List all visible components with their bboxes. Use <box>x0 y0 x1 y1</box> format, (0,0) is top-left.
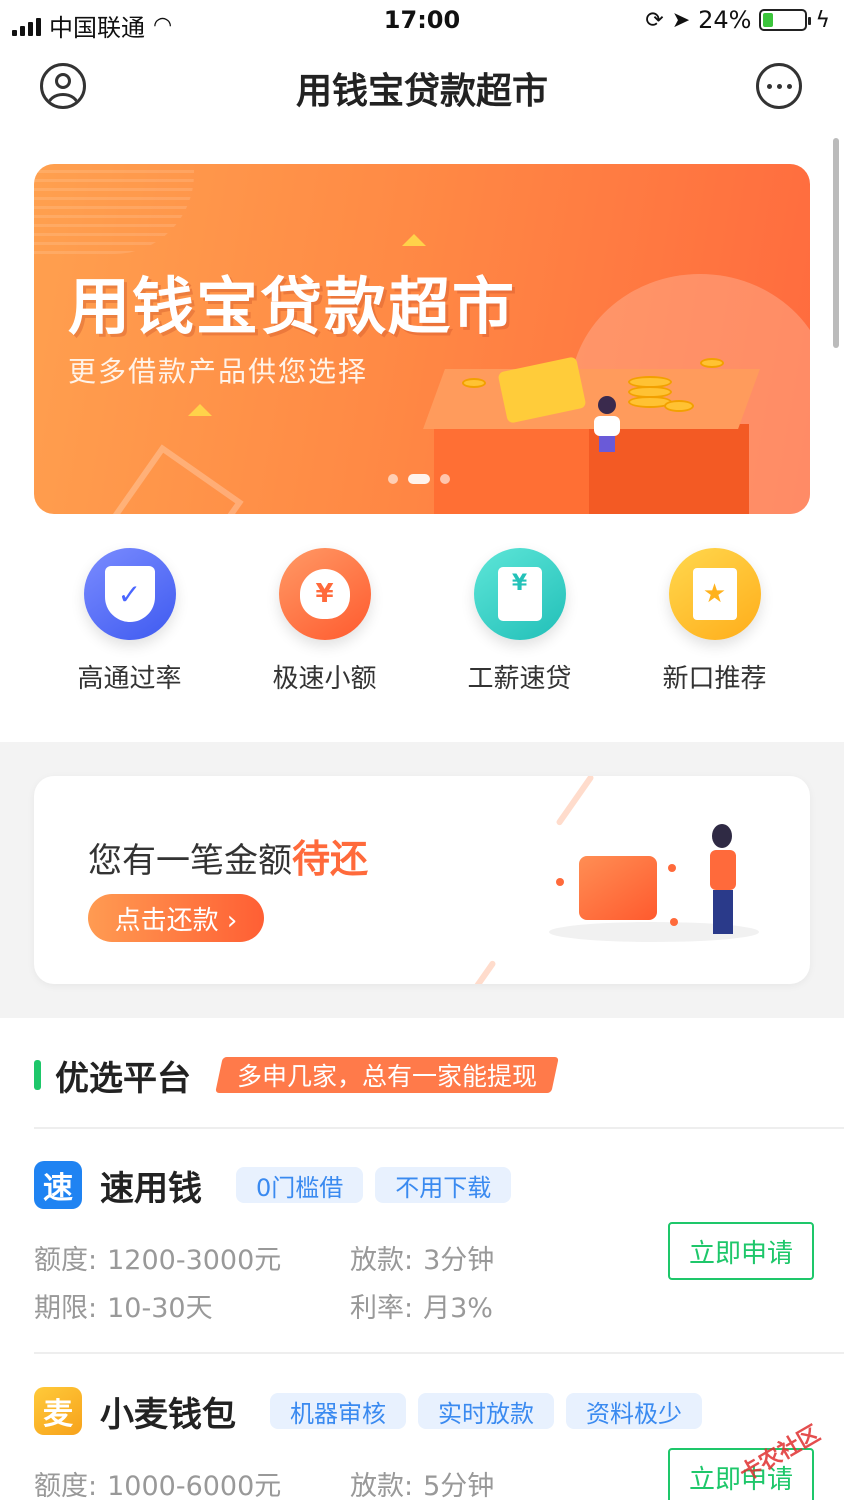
banner-subtitle: 更多借款产品供您选择 <box>68 355 369 388</box>
section-tag-text: 多申几家，总有一家能提现 <box>237 1062 538 1091</box>
carousel-dot-active[interactable] <box>408 474 430 484</box>
product-tag: 机器审核 <box>270 1393 406 1429</box>
money-bag-icon: ¥ <box>278 548 371 640</box>
shield-check-icon: ✓ <box>83 548 176 640</box>
carousel-dots <box>388 474 450 484</box>
scrollbar[interactable] <box>833 138 839 348</box>
rate-value: 月3% <box>423 1293 493 1324</box>
quick-nav-high-approval[interactable]: ✓ 高通过率 <box>50 548 210 738</box>
quick-nav-label: 高通过率 <box>77 664 182 694</box>
product-tag: 资料极少 <box>566 1393 702 1429</box>
wheat-logo-icon: 麦 <box>34 1387 82 1435</box>
location-icon: ➤ <box>671 7 691 33</box>
quick-nav-salary-loan[interactable]: ¥ 工薪速贷 <box>440 548 600 738</box>
product-rate: 利率: 月3% <box>350 1286 493 1325</box>
more-options-icon[interactable] <box>756 63 802 109</box>
divider <box>34 1127 844 1129</box>
banner-title: 用钱宝贷款超市 <box>68 270 517 343</box>
amount-label: 额度: <box>34 1245 98 1276</box>
wallet-illustration <box>579 856 657 920</box>
amount-value: 1000-6000元 <box>107 1471 282 1500</box>
product-tag: 不用下载 <box>375 1167 512 1203</box>
divider <box>34 1352 844 1354</box>
product-disburse: 放款: 3分钟 <box>350 1238 494 1277</box>
product-disburse: 放款: 5分钟 <box>350 1464 494 1500</box>
quick-nav: ✓ 高通过率 ¥ 极速小额 ¥ 工薪速贷 ★ 新口推荐 <box>0 548 844 738</box>
banner-stripes-decoration <box>34 164 194 254</box>
status-bar: 中国联通 ◠ 17:00 ⟳ ➤ 24% ϟ <box>0 0 844 44</box>
disburse-value: 5分钟 <box>423 1471 495 1500</box>
triangle-decoration <box>402 234 426 246</box>
disburse-label: 放款: <box>350 1245 414 1276</box>
coin-icon <box>700 358 724 368</box>
diamond-decoration <box>104 444 244 514</box>
amount-label: 额度: <box>34 1471 98 1500</box>
quick-nav-label: 极速小额 <box>272 664 377 694</box>
term-value: 10-30天 <box>107 1293 213 1324</box>
promo-banner[interactable]: 用钱宝贷款超市 更多借款产品供您选择 <box>34 164 810 514</box>
product-name: 小麦钱包 <box>100 1394 236 1435</box>
product-term: 期限: 10-30天 <box>34 1286 213 1325</box>
product-item[interactable]: 麦 小麦钱包 机器审核 实时放款 资料极少 额度: 1000-6000元 放款: 5… <box>34 1386 824 1500</box>
dot-decoration <box>670 918 678 926</box>
product-tag: 0门槛借 <box>236 1167 364 1203</box>
product-item[interactable]: 速 速用钱 0门槛借 不用下载 额度: 1200-3000元 放款: 3分钟 期限:… <box>34 1160 824 1330</box>
product-amount: 额度: 1000-6000元 <box>34 1464 281 1500</box>
section-accent-bar <box>34 1060 41 1090</box>
quick-nav-fast-small[interactable]: ¥ 极速小额 <box>245 548 405 738</box>
term-label: 期限: <box>34 1293 98 1324</box>
repay-message: 您有一笔金额待还 <box>88 828 368 883</box>
product-logo: 速 <box>34 1161 82 1209</box>
battery-icon <box>759 9 812 31</box>
triangle-decoration <box>188 404 212 416</box>
quick-nav-new-recommend[interactable]: ★ 新口推荐 <box>635 548 795 738</box>
coin-icon <box>462 378 486 388</box>
line-decoration <box>457 959 497 984</box>
carousel-dot[interactable] <box>440 474 450 484</box>
amount-value: 1200-3000元 <box>107 1245 282 1276</box>
repay-text: 您有一笔金额 <box>88 841 292 881</box>
repay-button[interactable]: 点击还款 › <box>88 894 264 942</box>
person-illustration <box>706 824 740 936</box>
receipt-icon: ¥ <box>473 548 566 640</box>
quick-nav-label: 新口推荐 <box>662 664 767 694</box>
coin-icon <box>664 400 694 412</box>
product-amount: 额度: 1200-3000元 <box>34 1238 281 1277</box>
quick-nav-label: 工薪速贷 <box>467 664 572 694</box>
product-tag: 实时放款 <box>418 1393 554 1429</box>
disburse-label: 放款: <box>350 1471 414 1500</box>
person-illustration <box>594 396 620 452</box>
repay-highlight: 待还 <box>292 837 369 881</box>
charging-icon: ϟ <box>815 7 830 33</box>
page-title: 用钱宝贷款超市 <box>295 71 548 112</box>
repay-card[interactable]: 您有一笔金额待还 点击还款 › <box>34 776 810 984</box>
carousel-dot[interactable] <box>388 474 398 484</box>
rotation-lock-icon: ⟳ <box>645 7 664 33</box>
section-tag: 多申几家，总有一家能提现 <box>215 1057 559 1093</box>
rate-label: 利率: <box>350 1293 414 1324</box>
dot-decoration <box>668 864 676 872</box>
section-title: 优选平台 <box>55 1058 191 1099</box>
navigation-bar: 用钱宝贷款超市 <box>0 44 844 128</box>
battery-percent: 24% <box>698 6 752 34</box>
star-bookmark-icon: ★ <box>668 548 761 640</box>
apply-button[interactable]: 立即申请 <box>668 1222 814 1280</box>
product-name: 速用钱 <box>100 1168 202 1209</box>
line-decoration <box>555 776 595 827</box>
section-header: 优选平台 多申几家，总有一家能提现 <box>34 1052 559 1099</box>
dot-decoration <box>556 878 564 886</box>
disburse-value: 3分钟 <box>423 1245 495 1276</box>
